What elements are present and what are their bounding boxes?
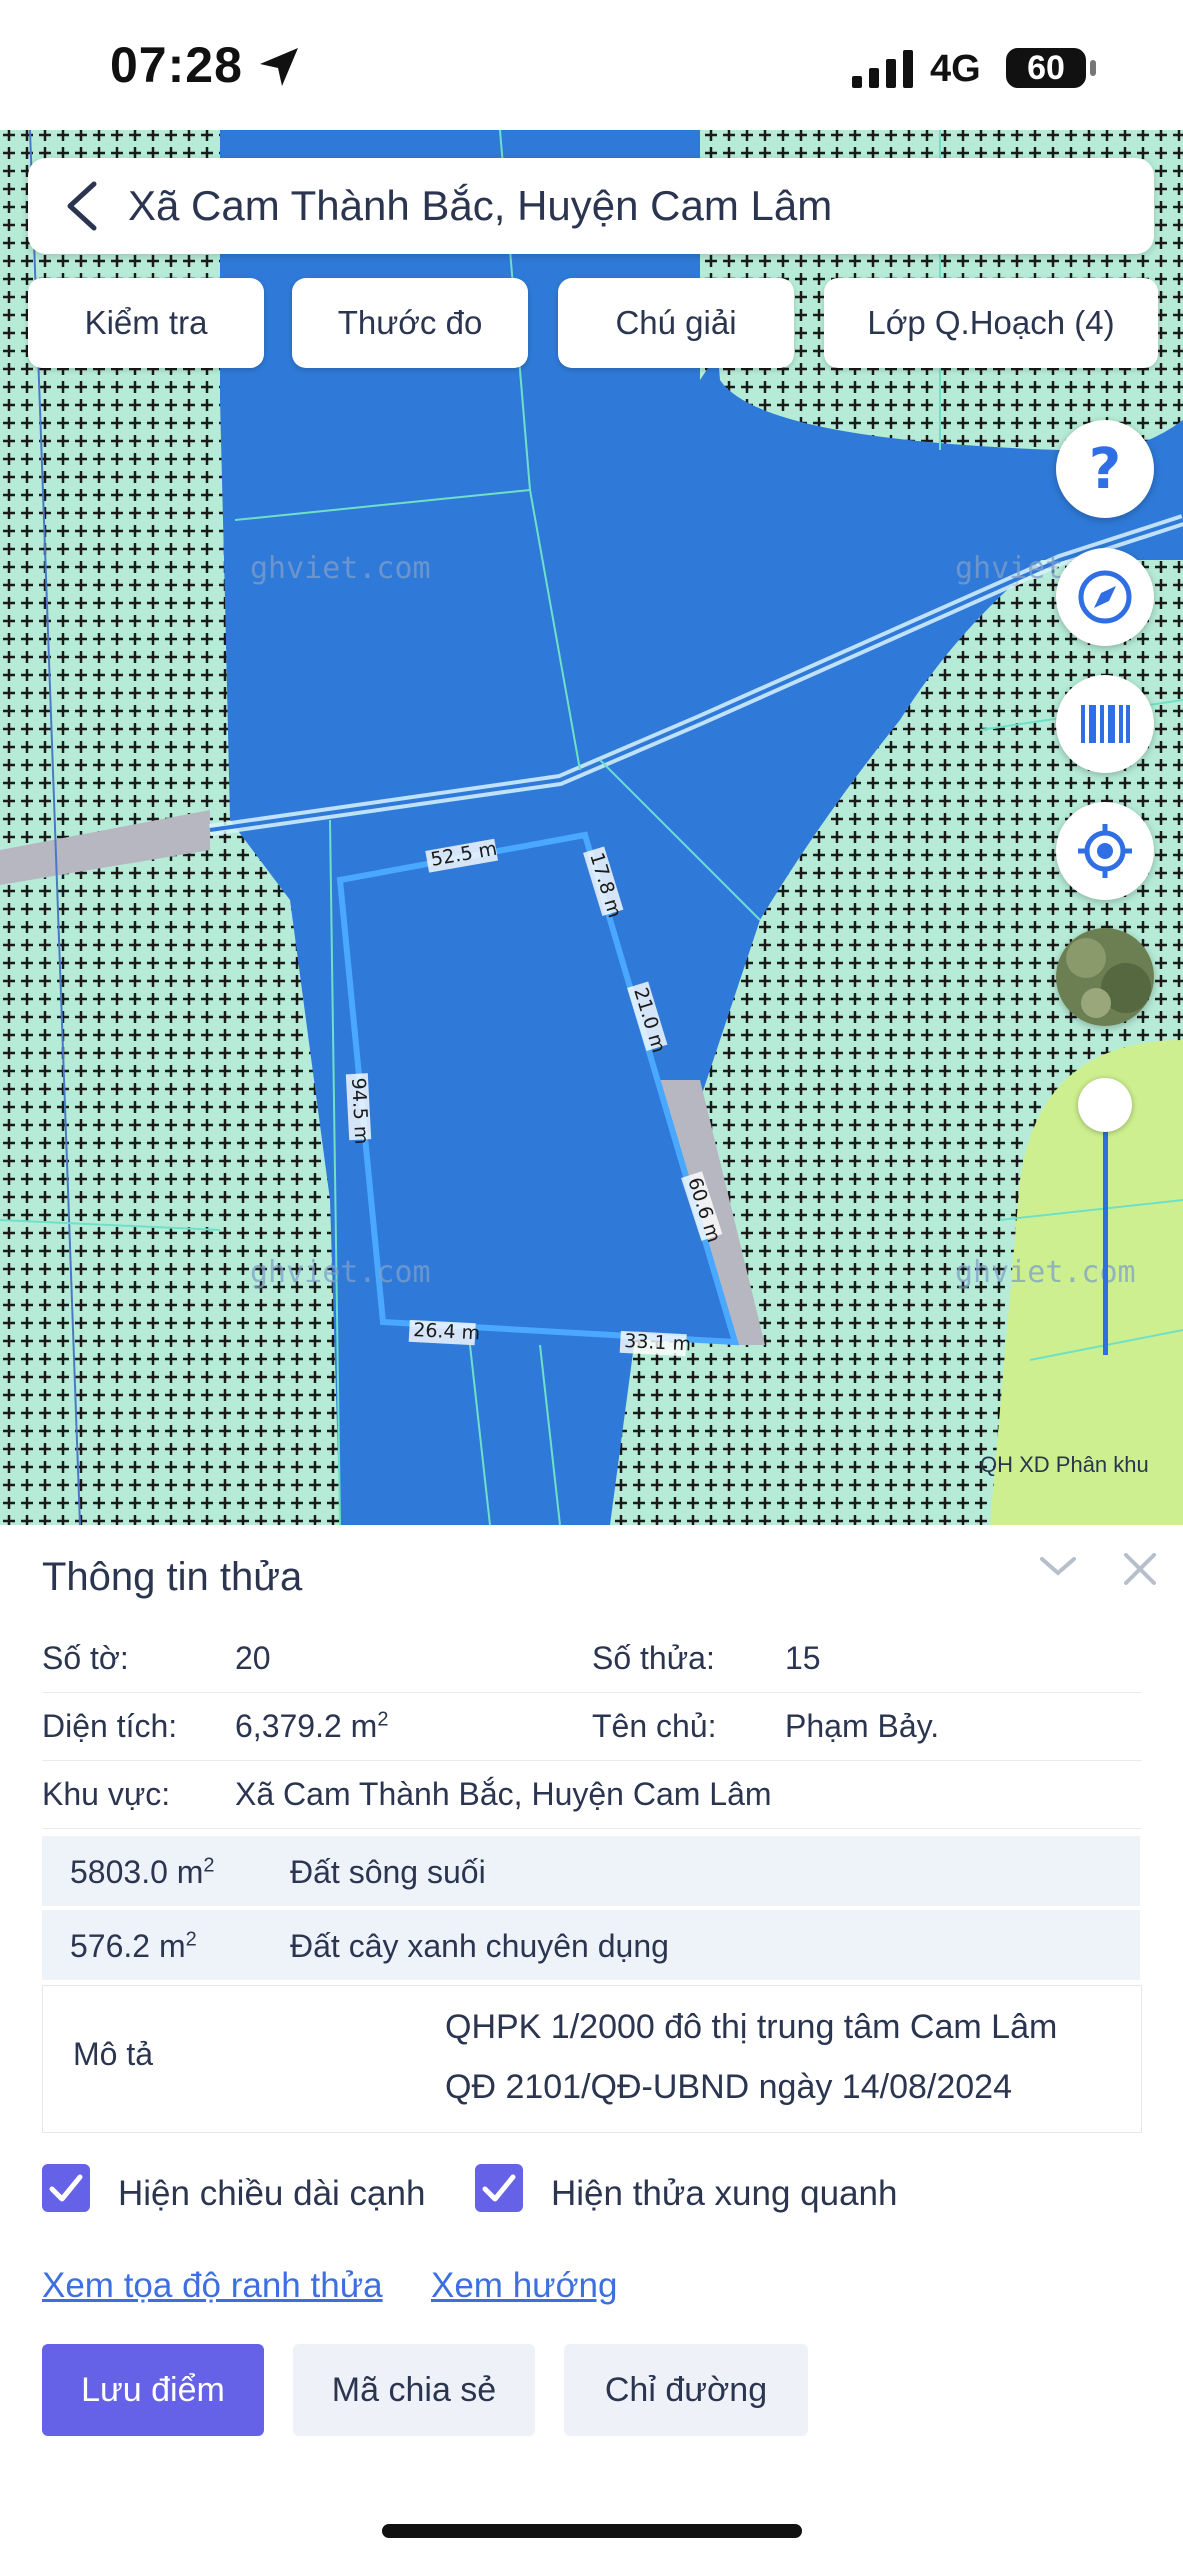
- land-use-type: Đất cây xanh chuyên dụng: [290, 1928, 669, 1964]
- area-value: 6,379.2 m2: [235, 1708, 389, 1744]
- layer-label: QH XD Phân khu: [980, 1452, 1149, 1477]
- edge-label: 33.1 m: [624, 1330, 692, 1355]
- location-arrow-icon: [260, 48, 298, 86]
- help-button[interactable]: ?: [1056, 420, 1154, 518]
- svg-text:?: ?: [1089, 437, 1121, 502]
- watermark: ghviet.com: [250, 1255, 431, 1290]
- panel-title: Thông tin thửa: [42, 1555, 303, 1599]
- region-value: Xã Cam Thành Bắc, Huyện Cam Lâm: [235, 1776, 772, 1812]
- save-point-button[interactable]: Lưu điểm: [42, 2344, 264, 2436]
- watermark: ghviet.com: [250, 551, 431, 586]
- region-label: Khu vực:: [42, 1776, 171, 1812]
- status-time: 07:28: [110, 37, 243, 93]
- view-boundary-coordinates-link[interactable]: Xem tọa độ ranh thửa: [42, 2266, 383, 2306]
- satellite-toggle[interactable]: [1056, 928, 1154, 1026]
- info-row: Số tờ: 20 Số thửa: 15: [42, 1626, 1142, 1693]
- barcode-button[interactable]: [1056, 675, 1154, 773]
- description-label: Mô tả: [73, 2036, 154, 2072]
- back-icon[interactable]: [60, 180, 104, 232]
- land-use-row: 5803.0 m2 Đất sông suối: [42, 1836, 1140, 1906]
- location-search-bar[interactable]: Xã Cam Thành Bắc, Huyện Cam Lâm: [28, 158, 1154, 254]
- area-label: Diện tích:: [42, 1708, 178, 1744]
- show-neighbor-parcels-label[interactable]: Hiện thửa xung quanh: [551, 2174, 897, 2214]
- battery-tip: [1090, 60, 1096, 76]
- land-use-area: 576.2 m2: [70, 1928, 197, 1964]
- parcel-label: Số thửa:: [592, 1640, 715, 1676]
- sheet-value: 20: [235, 1640, 271, 1676]
- share-code-button[interactable]: Mã chia sẻ: [293, 2344, 535, 2436]
- info-row: Diện tích: 6,379.2 m2 Tên chủ: Phạm Bảy.: [42, 1694, 1142, 1761]
- parcel-value: 15: [785, 1640, 821, 1676]
- locate-button[interactable]: [1056, 802, 1154, 900]
- info-row: Khu vực: Xã Cam Thành Bắc, Huyện Cam Lâm: [42, 1762, 1142, 1829]
- directions-button[interactable]: Chỉ đường: [564, 2344, 808, 2436]
- owner-value: Phạm Bảy.: [785, 1708, 940, 1744]
- compass-icon: [1078, 570, 1132, 624]
- show-neighbor-parcels-checkbox[interactable]: [475, 2164, 523, 2212]
- check-button[interactable]: Kiểm tra: [28, 278, 264, 368]
- zoom-slider-handle[interactable]: [1078, 1078, 1132, 1132]
- show-edge-length-checkbox[interactable]: [42, 2164, 90, 2212]
- sheet-label: Số tờ:: [42, 1640, 129, 1676]
- land-use-area: 5803.0 m2: [70, 1854, 215, 1890]
- legend-button[interactable]: Chú giải: [558, 278, 794, 368]
- edge-label: 26.4 m: [413, 1319, 481, 1344]
- checkmark-icon: [482, 2174, 516, 2202]
- battery-icon: 60: [1006, 48, 1086, 88]
- edge-label: 94.5 m: [347, 1077, 372, 1145]
- locate-icon: [1078, 824, 1132, 878]
- barcode-icon: [1081, 705, 1130, 743]
- home-indicator[interactable]: [382, 2524, 802, 2538]
- checkmark-icon: [49, 2174, 83, 2202]
- show-edge-length-label[interactable]: Hiện chiều dài cạnh: [118, 2174, 425, 2214]
- map-toolbar: Kiểm tra Thước đo Chú giải Lớp Q.Hoạch (…: [28, 278, 1158, 370]
- satellite-icon: [1056, 928, 1154, 1026]
- description-line: QHPK 1/2000 đô thị trung tâm Cam Lâm: [445, 2008, 1058, 2046]
- close-icon[interactable]: [1122, 1551, 1158, 1587]
- zoom-slider-track[interactable]: [1103, 1105, 1108, 1355]
- planning-layers-button[interactable]: Lớp Q.Hoạch (4): [824, 278, 1158, 368]
- network-type: 4G: [930, 48, 981, 90]
- compass-button[interactable]: [1056, 548, 1154, 646]
- view-direction-link[interactable]: Xem hướng: [431, 2266, 617, 2306]
- measure-button[interactable]: Thước đo: [292, 278, 528, 368]
- location-title: Xã Cam Thành Bắc, Huyện Cam Lâm: [128, 182, 833, 229]
- chevron-down-icon[interactable]: [1038, 1551, 1078, 1581]
- status-bar: 07:28 4G 60: [0, 0, 1183, 130]
- description-line: QĐ 2101/QĐ-UBND ngày 14/08/2024: [445, 2068, 1012, 2106]
- land-use-row: 576.2 m2 Đất cây xanh chuyên dụng: [42, 1910, 1140, 1980]
- land-use-type: Đất sông suối: [290, 1854, 486, 1890]
- help-icon: ?: [1089, 437, 1121, 502]
- owner-label: Tên chủ:: [592, 1708, 717, 1744]
- signal-icon: [852, 50, 913, 88]
- description-row: Mô tả QHPK 1/2000 đô thị trung tâm Cam L…: [42, 1985, 1142, 2133]
- watermark: ghviet.com: [955, 1255, 1136, 1290]
